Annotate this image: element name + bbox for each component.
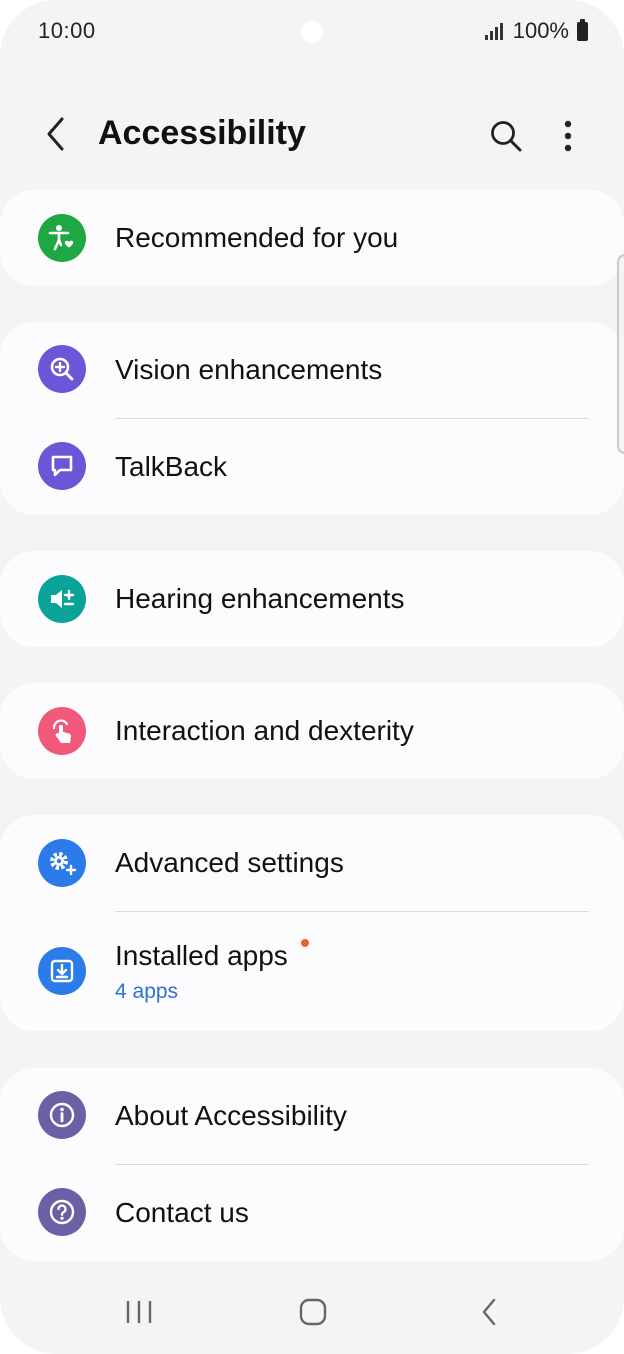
menu-item-recommended[interactable]: Recommended for you [0,190,624,286]
battery-percent: 100% [512,18,569,43]
battery-icon [577,18,588,41]
menu-item-advanced-settings[interactable]: Advanced settings [0,815,624,912]
menu-item-vision-enhancements[interactable]: Vision enhancements [0,322,624,419]
new-badge-dot [301,939,309,947]
question-icon [38,1188,86,1236]
menu-item-installed-apps[interactable]: Installed apps 4 apps [0,912,624,1031]
card-hearing: Hearing enhancements [0,551,624,647]
front-camera [301,21,323,43]
back-arrow-icon [47,117,64,151]
menu-item-label: Interaction and dexterity [115,715,414,746]
card-vision: Vision enhancements TalkBack [0,322,624,515]
menu-item-label: Vision enhancements [115,354,383,385]
menu-item-about-accessibility[interactable]: About Accessibility [0,1068,624,1165]
card-advanced: Advanced settings Installed apps 4 apps [0,815,624,1031]
card-about: About Accessibility Contact us [0,1068,624,1261]
info-icon [38,1091,86,1139]
card-recommended: Recommended for you [0,190,624,286]
signal-icon [484,22,503,40]
volume-plus-minus-icon [38,575,86,623]
download-box-icon [38,947,86,995]
magnify-plus-icon [38,345,86,393]
menu-item-contact-us[interactable]: Contact us [0,1165,624,1261]
back-button[interactable] [36,114,76,154]
menu-item-label: Hearing enhancements [115,583,405,614]
menu-item-label: Recommended for you [115,222,399,253]
accessibility-person-icon [38,214,86,262]
status-indicators: 100% [484,18,588,44]
more-vertical-icon [564,120,572,152]
page-title: Accessibility [98,114,306,152]
menu-item-sublabel: 4 apps [115,980,179,1003]
menu-item-interaction-dexterity[interactable]: Interaction and dexterity [0,683,624,779]
home-button[interactable] [283,1284,343,1340]
menu-item-label: Installed apps [115,940,288,971]
scrollbar[interactable] [617,254,624,454]
touch-hand-icon [38,707,86,755]
menu-item-hearing-enhancements[interactable]: Hearing enhancements [0,551,624,647]
more-options-button[interactable] [548,114,588,158]
recent-apps-icon [126,1301,152,1323]
menu-item-talkback[interactable]: TalkBack [0,419,624,515]
home-icon [299,1298,327,1326]
menu-item-label: Contact us [115,1197,249,1228]
menu-item-label: About Accessibility [115,1100,347,1131]
recent-apps-button[interactable] [109,1284,169,1340]
search-icon [491,121,522,152]
card-interaction: Interaction and dexterity [0,683,624,779]
speech-bubble-icon [38,442,86,490]
status-bar: 10:00 100% [0,0,624,66]
nav-back-icon [482,1298,496,1326]
gear-plus-icon [38,839,86,887]
nav-back-button[interactable] [459,1284,519,1340]
app-header: Accessibility [0,96,624,176]
menu-item-label: TalkBack [115,451,228,482]
menu-item-label: Advanced settings [115,847,344,878]
status-time: 10:00 [38,18,96,43]
phone-screen: 10:00 100% Accessibility Recommended for… [0,0,624,1354]
search-button[interactable] [484,114,528,158]
navigation-bar [0,1270,624,1354]
